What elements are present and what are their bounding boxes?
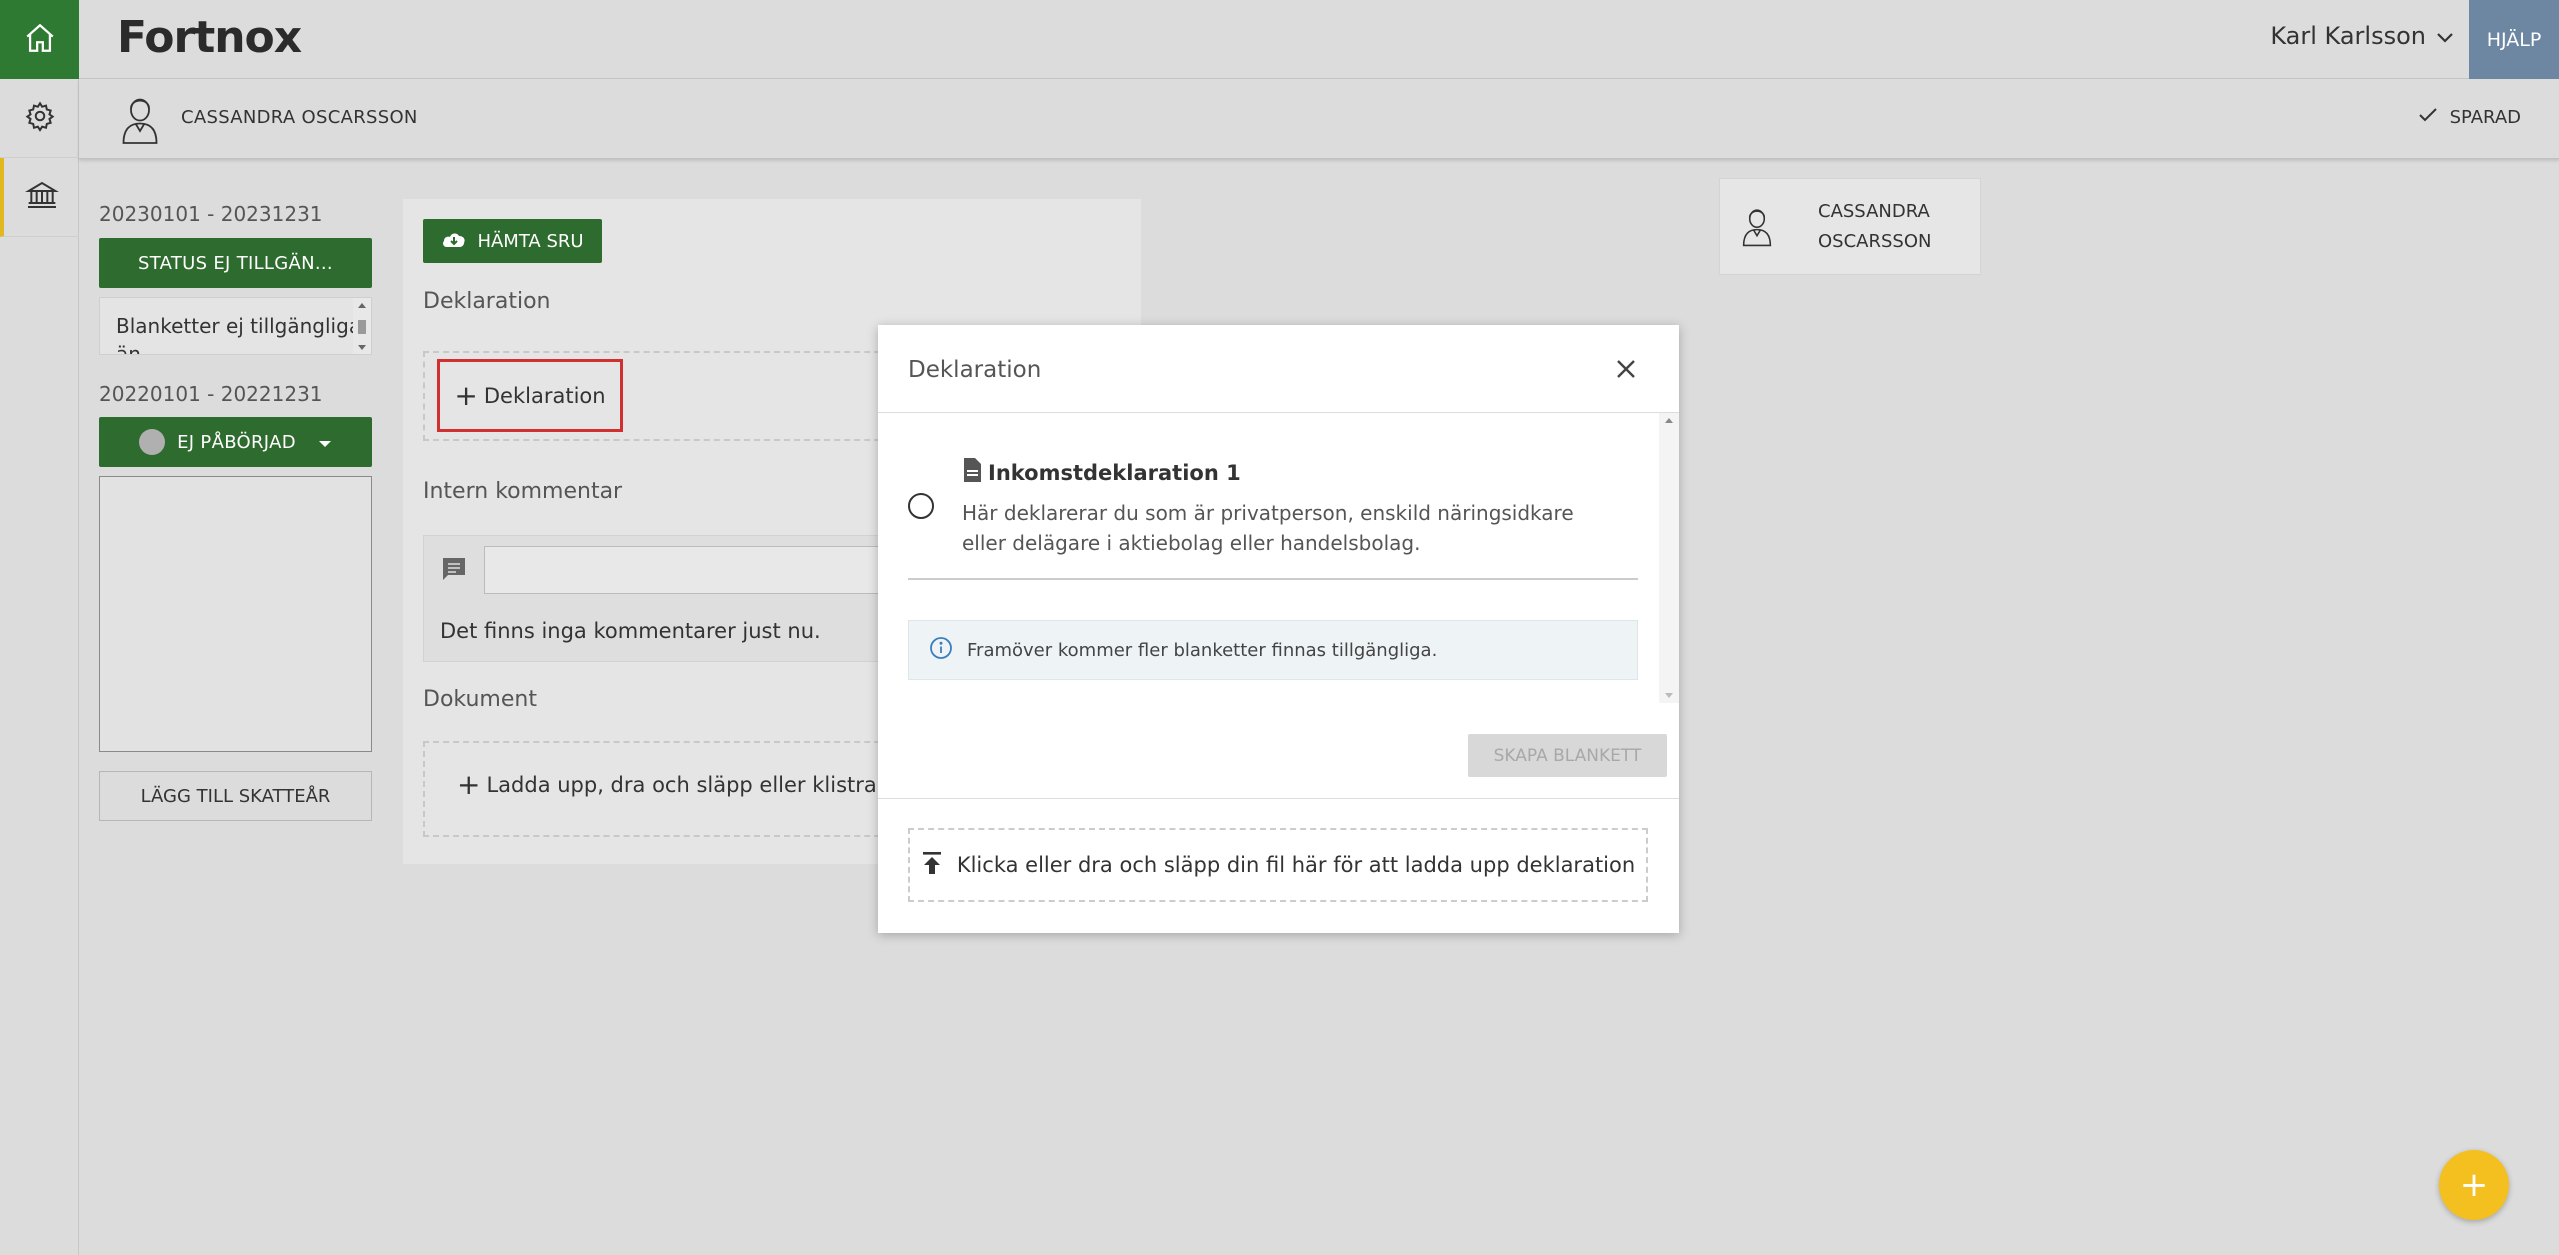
upload-document-link[interactable]: + Ladda upp, dra och släpp eller klistra… xyxy=(457,768,903,801)
status-button-2023[interactable]: STATUS EJ TILLGÄN... xyxy=(99,238,372,288)
person-avatar-icon xyxy=(1740,205,1774,251)
forms-unavailable-text: Blanketter ej tillgängliga än xyxy=(116,314,362,355)
fortnox-logo[interactable]: Fortnox xyxy=(117,12,302,63)
declaration-modal: Deklaration Inkomstdeklaration 1 Här dek… xyxy=(878,325,1679,933)
add-declaration-button[interactable]: + Deklaration xyxy=(437,359,623,432)
modal-separator xyxy=(878,798,1679,799)
form-option-title-text: Inkomstdeklaration 1 xyxy=(988,460,1241,485)
no-comments-text: Det finns inga kommentarer just nu. xyxy=(440,619,821,643)
client-bar: CASSANDRA OSCARSSON SPARAD xyxy=(79,79,2559,159)
home-icon xyxy=(23,21,57,59)
document-icon xyxy=(962,457,982,488)
user-menu[interactable]: Karl Karlsson xyxy=(2270,22,2454,50)
status-button-2022[interactable]: EJ PÅBÖRJAD xyxy=(99,417,372,467)
option-divider xyxy=(908,578,1638,580)
chevron-down-icon xyxy=(2436,22,2454,50)
top-bar: Fortnox Karl Karlsson HJÄLP xyxy=(79,0,2559,79)
documents-heading: Dokument xyxy=(423,687,537,712)
bank-icon xyxy=(24,179,59,215)
info-text: Framöver kommer fler blanketter finnas t… xyxy=(967,639,1438,661)
info-icon xyxy=(929,636,953,665)
upload-document-label: Ladda upp, dra och släpp eller klistra i… xyxy=(486,773,903,797)
modal-body: Inkomstdeklaration 1 Här deklarerar du s… xyxy=(878,413,1679,703)
forms-scrollbar[interactable] xyxy=(353,298,371,354)
form-option-description: Här deklarerar du som är privatperson, e… xyxy=(962,501,1574,555)
declaration-heading: Deklaration xyxy=(423,289,551,314)
rail-bank-button[interactable] xyxy=(0,158,79,237)
modal-title: Deklaration xyxy=(908,357,1042,383)
form-option-radio[interactable] xyxy=(908,493,934,519)
cloud-download-icon xyxy=(441,229,467,254)
gear-icon xyxy=(24,100,56,136)
status-label-2022: EJ PÅBÖRJAD xyxy=(177,431,296,453)
info-box: Framöver kommer fler blanketter finnas t… xyxy=(908,620,1638,680)
caret-down-icon xyxy=(318,432,332,453)
year-period-2023: 20230101 - 20231231 xyxy=(99,202,323,226)
year-2022-forms-box xyxy=(99,476,372,752)
client-name: CASSANDRA OSCARSSON xyxy=(181,107,418,128)
add-fab-button[interactable]: + xyxy=(2439,1150,2509,1220)
client-card-last-name: OSCARSSON xyxy=(1818,231,1932,252)
add-tax-year-button[interactable]: LÄGG TILL SKATTEÅR xyxy=(99,771,372,821)
rail-settings-button[interactable] xyxy=(0,79,79,158)
rail-home-button[interactable] xyxy=(0,0,79,79)
client-card-first-name: CASSANDRA xyxy=(1818,201,1930,222)
declaration-upload-dropzone[interactable]: Klicka eller dra och släpp din fil här f… xyxy=(908,828,1648,902)
check-icon xyxy=(2418,107,2438,128)
upload-icon xyxy=(921,851,943,880)
forms-list-2023[interactable]: Blanketter ej tillgängliga än xyxy=(99,297,372,355)
add-declaration-label: Deklaration xyxy=(483,383,606,408)
form-option-title: Inkomstdeklaration 1 xyxy=(962,457,1241,488)
saved-status: SPARAD xyxy=(2418,107,2521,128)
create-form-button[interactable]: SKAPA BLANKETT xyxy=(1468,734,1667,777)
plus-icon: + xyxy=(457,768,481,801)
fetch-sru-label: HÄMTA SRU xyxy=(477,230,584,252)
comment-icon xyxy=(440,556,468,586)
side-rail xyxy=(0,0,79,1255)
fetch-sru-button[interactable]: HÄMTA SRU xyxy=(423,219,602,263)
saved-label: SPARAD xyxy=(2449,107,2521,128)
plus-icon: + xyxy=(454,378,478,412)
year-period-2022: 20220101 - 20221231 xyxy=(99,382,323,406)
modal-header: Deklaration xyxy=(878,325,1679,413)
client-card-name: CASSANDRA OSCARSSON xyxy=(1818,197,1931,257)
person-avatar-icon xyxy=(119,93,161,149)
comment-heading: Intern kommentar xyxy=(423,479,623,504)
dropzone-text: Klicka eller dra och släpp din fil här f… xyxy=(956,853,1636,877)
modal-scrollbar[interactable] xyxy=(1659,413,1679,703)
help-button[interactable]: HJÄLP xyxy=(2469,0,2559,79)
client-card[interactable]: CASSANDRA OSCARSSON xyxy=(1719,178,1981,275)
status-dot-icon xyxy=(139,429,166,455)
close-icon[interactable] xyxy=(1615,358,1637,382)
user-name: Karl Karlsson xyxy=(2270,22,2426,50)
